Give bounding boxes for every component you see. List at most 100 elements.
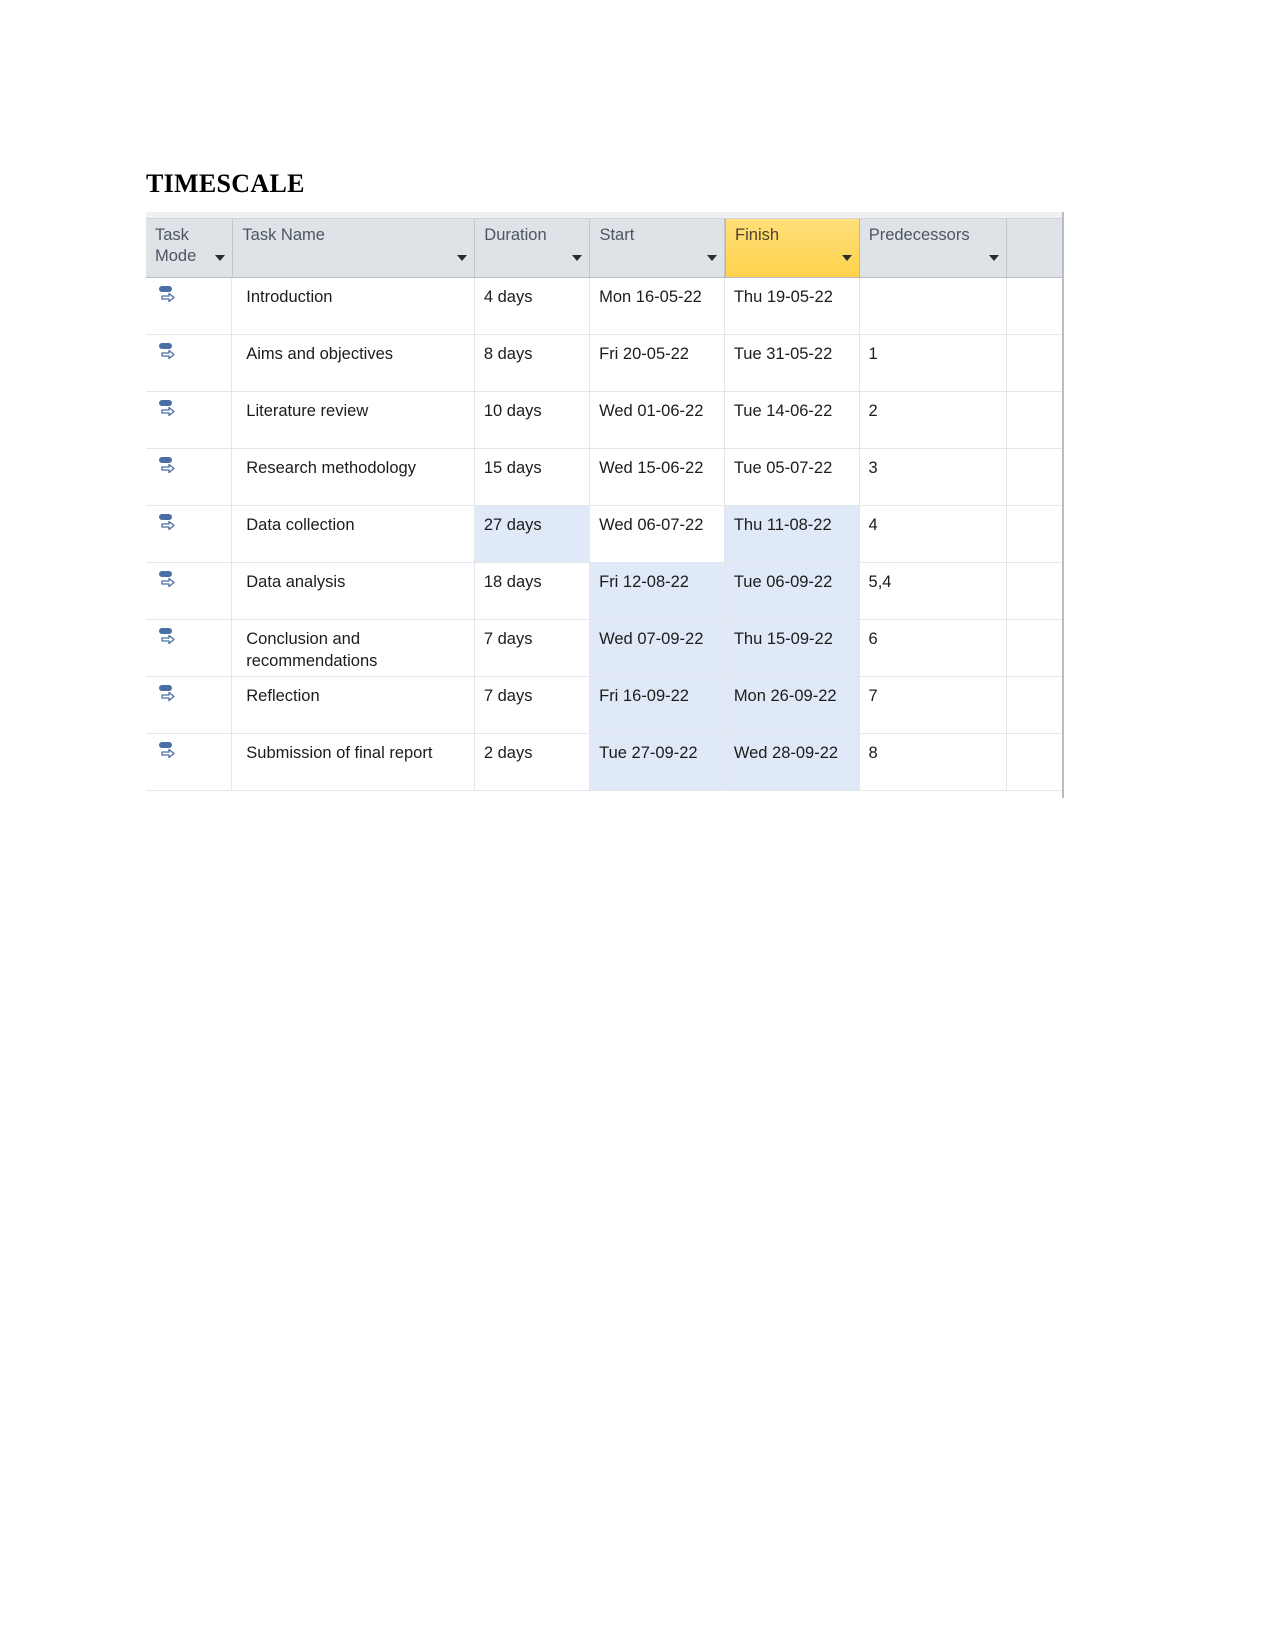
cell-task-name[interactable]: Submission of final report: [232, 734, 475, 790]
chevron-down-icon[interactable]: [841, 255, 852, 261]
cell-clipped[interactable]: [1007, 506, 1064, 562]
cell-duration[interactable]: 18 days: [475, 563, 591, 619]
cell-duration[interactable]: 2 days: [475, 734, 591, 790]
cell-duration[interactable]: 7 days: [475, 620, 591, 676]
cell-task-mode[interactable]: [146, 620, 233, 676]
manual-task-icon: [159, 457, 175, 474]
column-header-start[interactable]: Start: [590, 219, 726, 277]
cell-start[interactable]: Fri 16-09-22: [590, 677, 725, 733]
cell-duration[interactable]: 7 days: [475, 677, 591, 733]
cell-duration[interactable]: 4 days: [475, 278, 591, 334]
cell-duration[interactable]: 27 days: [474, 506, 591, 562]
cell-duration[interactable]: 10 days: [475, 392, 591, 448]
cell-task-mode[interactable]: [146, 392, 233, 448]
table-row[interactable]: Conclusion and recommendations 7 days Wed …: [146, 620, 1064, 677]
cell-predecessors[interactable]: 4: [860, 506, 1008, 562]
table-row[interactable]: Introduction 4 days Mon 16-05-22 Thu 19-05-…: [146, 278, 1064, 335]
column-header-task_mode[interactable]: Task Mode: [146, 219, 234, 277]
cell-start[interactable]: Mon 16-05-22: [590, 278, 725, 334]
column-header-label: Finish: [735, 226, 780, 244]
cell-predecessors[interactable]: 1: [860, 335, 1008, 391]
table-row[interactable]: Aims and objectives 8 days Fri 20-05-22 Tue…: [146, 335, 1064, 392]
cell-predecessors[interactable]: 7: [860, 677, 1008, 733]
cell-task-mode[interactable]: [146, 734, 233, 790]
cell-task-mode[interactable]: [146, 449, 233, 505]
cell-predecessors[interactable]: 2: [860, 392, 1008, 448]
cell-clipped[interactable]: [1007, 449, 1064, 505]
cell-clipped[interactable]: [1007, 335, 1064, 391]
cell-clipped[interactable]: [1007, 563, 1064, 619]
cell-predecessors[interactable]: 3: [860, 449, 1008, 505]
cell-task-mode[interactable]: [146, 506, 233, 562]
cell-task-name[interactable]: Data analysis: [232, 563, 475, 619]
table-right-edge: [1062, 212, 1064, 798]
table-row[interactable]: Reflection 7 days Fri 16-09-22 Mon 26-09-22…: [146, 677, 1064, 734]
table-row[interactable]: Submission of final report 2 days Tue 27-0…: [146, 734, 1064, 791]
project-schedule-table: Task Mode Task Name Duration Start Finish Pre…: [146, 212, 1064, 798]
cell-finish[interactable]: Thu 11-08-22: [724, 506, 860, 562]
chevron-down-icon[interactable]: [215, 255, 226, 261]
cell-finish[interactable]: Wed 28-09-22: [724, 734, 860, 790]
manual-task-icon: [159, 514, 175, 531]
cell-clipped[interactable]: [1007, 278, 1064, 334]
cell-task-mode[interactable]: [146, 677, 233, 733]
cell-duration[interactable]: 15 days: [475, 449, 591, 505]
cell-task-mode[interactable]: [146, 335, 233, 391]
cell-finish[interactable]: Mon 26-09-22: [724, 677, 860, 733]
cell-start[interactable]: Wed 06-07-22: [590, 506, 725, 562]
column-header-duration[interactable]: Duration: [475, 219, 591, 277]
cell-clipped[interactable]: [1007, 392, 1064, 448]
cell-duration[interactable]: 8 days: [475, 335, 591, 391]
cell-task-name[interactable]: Data collection: [232, 506, 475, 562]
column-header-task_name[interactable]: Task Name: [233, 219, 476, 277]
cell-start[interactable]: Wed 01-06-22: [590, 392, 725, 448]
cell-clipped[interactable]: [1007, 677, 1064, 733]
manual-task-icon: [159, 343, 175, 360]
column-header-finish[interactable]: Finish: [725, 219, 860, 277]
chevron-down-icon[interactable]: [572, 255, 583, 261]
cell-start[interactable]: Wed 15-06-22: [590, 449, 725, 505]
cell-task-name[interactable]: Introduction: [232, 278, 475, 334]
table-row[interactable]: Data analysis 18 days Fri 12-08-22 Tue 06-0…: [146, 563, 1064, 620]
table-body: Introduction 4 days Mon 16-05-22 Thu 19-05-…: [146, 278, 1064, 791]
cell-clipped[interactable]: [1007, 734, 1064, 790]
cell-predecessors[interactable]: [860, 278, 1008, 334]
table-row[interactable]: Literature review 10 days Wed 01-06-22 Tue …: [146, 392, 1064, 449]
cell-task-name[interactable]: Conclusion and recommendations: [232, 620, 475, 676]
manual-task-icon: [159, 742, 175, 759]
cell-task-name[interactable]: Aims and objectives: [232, 335, 475, 391]
cell-start[interactable]: Tue 27-09-22: [590, 734, 725, 790]
cell-finish[interactable]: Tue 06-09-22: [724, 563, 860, 619]
page-title: TIMESCALE: [146, 169, 305, 199]
cell-task-mode[interactable]: [146, 563, 233, 619]
chevron-down-icon[interactable]: [457, 255, 468, 261]
chevron-down-icon[interactable]: [707, 255, 718, 261]
table-row[interactable]: Data collection 27 days Wed 06-07-22 Thu 11…: [146, 506, 1064, 563]
cell-finish[interactable]: Tue 05-07-22: [725, 449, 860, 505]
cell-finish[interactable]: Thu 15-09-22: [724, 620, 860, 676]
cell-task-mode[interactable]: [146, 278, 233, 334]
cell-task-name[interactable]: Reflection: [232, 677, 475, 733]
cell-task-name[interactable]: Literature review: [232, 392, 475, 448]
cell-finish[interactable]: Tue 31-05-22: [725, 335, 860, 391]
table-row[interactable]: Research methodology 15 days Wed 15-06-22 T…: [146, 449, 1064, 506]
column-header-clipped[interactable]: [1007, 219, 1064, 277]
column-header-label: Duration: [484, 226, 547, 244]
manual-task-icon: [159, 571, 175, 588]
cell-clipped[interactable]: [1007, 620, 1064, 676]
table-header-row: Task Mode Task Name Duration Start Finish Pre…: [146, 219, 1064, 278]
cell-finish[interactable]: Thu 19-05-22: [725, 278, 860, 334]
cell-start[interactable]: Fri 12-08-22: [590, 563, 725, 619]
cell-task-name[interactable]: Research methodology: [232, 449, 475, 505]
column-header-label: Start: [599, 226, 635, 244]
table-top-strip: [146, 212, 1064, 219]
chevron-down-icon[interactable]: [989, 255, 1000, 261]
cell-predecessors[interactable]: 6: [860, 620, 1008, 676]
cell-start[interactable]: Wed 07-09-22: [590, 620, 725, 676]
column-header-predecessors[interactable]: Predecessors: [859, 219, 1008, 277]
cell-finish[interactable]: Tue 14-06-22: [725, 392, 860, 448]
cell-predecessors[interactable]: 5,4: [860, 563, 1008, 619]
cell-predecessors[interactable]: 8: [860, 734, 1008, 790]
cell-start[interactable]: Fri 20-05-22: [590, 335, 725, 391]
manual-task-icon: [159, 400, 175, 417]
